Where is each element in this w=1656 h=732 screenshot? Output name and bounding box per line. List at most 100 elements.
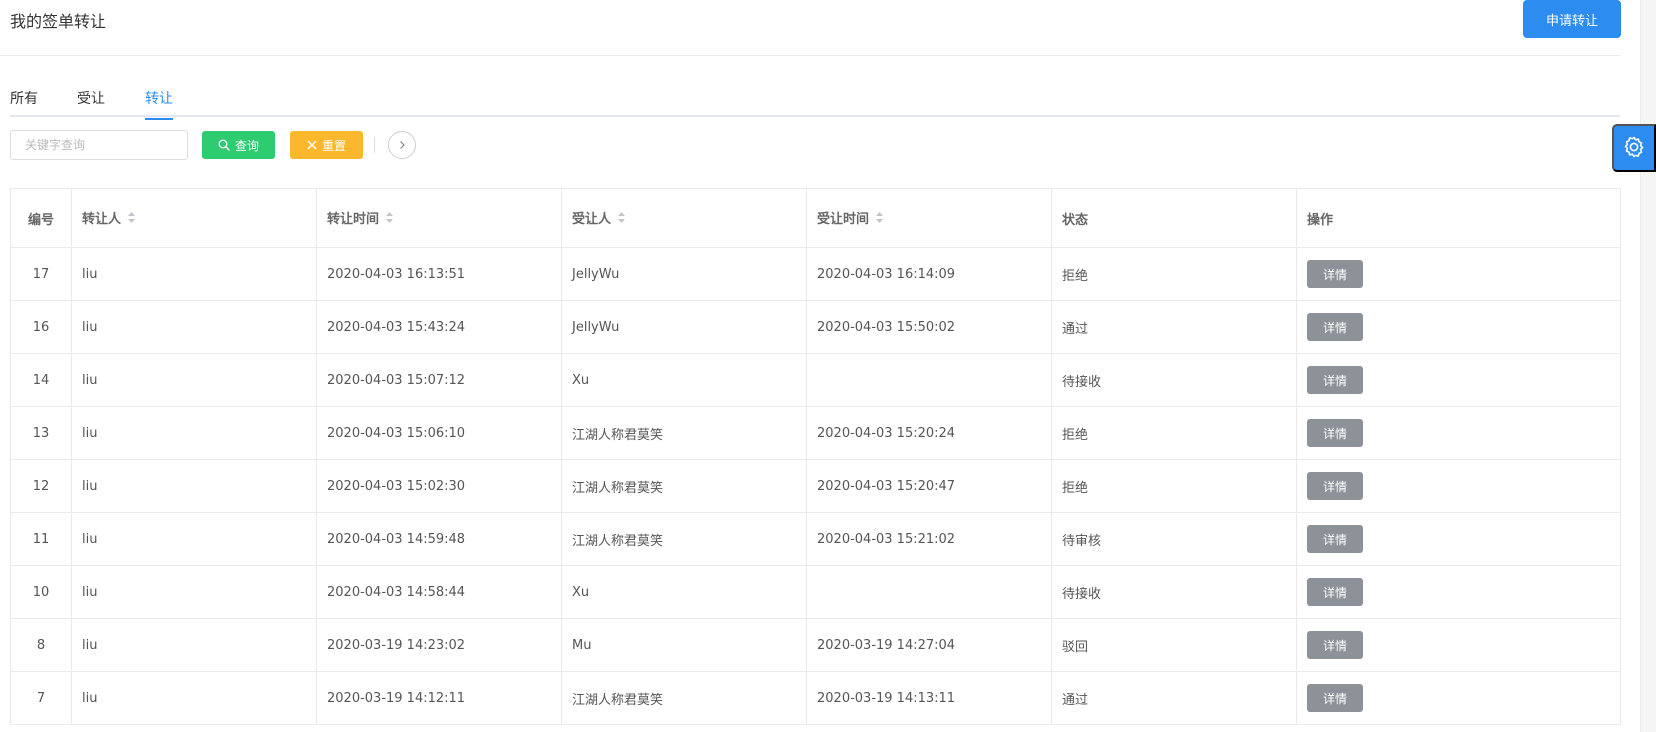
detail-button[interactable]: 详情 bbox=[1307, 419, 1363, 447]
column-header-transferor[interactable]: 转让人 bbox=[71, 188, 317, 248]
cell-accept-time bbox=[806, 565, 1052, 619]
toolbar: 查询 重置 bbox=[10, 130, 610, 160]
cell-status: 拒绝 bbox=[1051, 459, 1297, 513]
cell-actions: 详情 bbox=[1296, 512, 1621, 566]
detail-button[interactable]: 详情 bbox=[1307, 578, 1363, 606]
cell-transferor: liu bbox=[71, 459, 317, 513]
table-row: 16 liu 2020-04-03 15:43:24 JellyWu 2020-04-0… bbox=[10, 300, 1621, 354]
cell-transfer-time: 2020-04-03 14:59:48 bbox=[316, 512, 562, 566]
reset-button[interactable]: 重置 bbox=[290, 131, 363, 159]
toolbar-divider bbox=[374, 137, 375, 153]
column-header-transferee[interactable]: 受让人 bbox=[561, 188, 807, 248]
cell-transferor: liu bbox=[71, 247, 317, 301]
table-row: 13 liu 2020-04-03 15:06:10 江湖人称君莫笑 2020-04-0… bbox=[10, 406, 1621, 460]
cell-accept-time: 2020-04-03 15:20:24 bbox=[806, 406, 1052, 460]
cell-transfer-time: 2020-03-19 14:23:02 bbox=[316, 618, 562, 672]
cell-id: 8 bbox=[10, 618, 72, 672]
cell-id: 16 bbox=[10, 300, 72, 354]
table-row: 11 liu 2020-04-03 14:59:48 江湖人称君莫笑 2020-04-0… bbox=[10, 512, 1621, 566]
cell-status: 待接收 bbox=[1051, 353, 1297, 407]
sort-icon[interactable] bbox=[127, 211, 136, 228]
cell-accept-time: 2020-03-19 14:13:11 bbox=[806, 671, 1052, 725]
cell-transfer-time: 2020-04-03 15:07:12 bbox=[316, 353, 562, 407]
cell-actions: 详情 bbox=[1296, 300, 1621, 354]
gear-icon bbox=[1622, 135, 1646, 162]
cell-transferor: liu bbox=[71, 406, 317, 460]
query-label: 查询 bbox=[234, 138, 259, 153]
cell-id: 12 bbox=[10, 459, 72, 513]
cell-actions: 详情 bbox=[1296, 353, 1621, 407]
cell-transferee: 江湖人称君莫笑 bbox=[561, 406, 807, 460]
cell-transferor: liu bbox=[71, 618, 317, 672]
tab-transferred[interactable]: 转让 bbox=[145, 88, 173, 120]
detail-button[interactable]: 详情 bbox=[1307, 313, 1363, 341]
expand-filters-button[interactable] bbox=[388, 131, 416, 159]
apply-transfer-button[interactable]: 申请转让 bbox=[1523, 0, 1621, 38]
sort-icon[interactable] bbox=[385, 211, 394, 228]
tab-bar: 所有 受让 转让 bbox=[10, 84, 1620, 120]
cell-transferee: Mu bbox=[561, 618, 807, 672]
cell-transferor: liu bbox=[71, 512, 317, 566]
sort-icon[interactable] bbox=[617, 211, 626, 228]
cell-transferee: JellyWu bbox=[561, 247, 807, 301]
reset-label: 重置 bbox=[321, 138, 346, 153]
page-header: 我的签单转让 申请转让 bbox=[0, 0, 1621, 56]
cell-status: 待审核 bbox=[1051, 512, 1297, 566]
column-header-accept-time[interactable]: 受让时间 bbox=[806, 188, 1052, 248]
detail-button[interactable]: 详情 bbox=[1307, 260, 1363, 288]
cell-status: 通过 bbox=[1051, 300, 1297, 354]
cell-accept-time: 2020-04-03 15:21:02 bbox=[806, 512, 1052, 566]
cell-transfer-time: 2020-03-19 14:12:11 bbox=[316, 671, 562, 725]
table-row: 12 liu 2020-04-03 15:02:30 江湖人称君莫笑 2020-04-0… bbox=[10, 459, 1621, 513]
cell-transferor: liu bbox=[71, 300, 317, 354]
column-header-status: 状态 bbox=[1051, 188, 1297, 248]
vertical-scrollbar[interactable] bbox=[1640, 0, 1656, 732]
cell-status: 拒绝 bbox=[1051, 406, 1297, 460]
cell-transfer-time: 2020-04-03 15:43:24 bbox=[316, 300, 562, 354]
cell-transferee: JellyWu bbox=[561, 300, 807, 354]
cell-accept-time bbox=[806, 353, 1052, 407]
cell-actions: 详情 bbox=[1296, 459, 1621, 513]
detail-button[interactable]: 详情 bbox=[1307, 525, 1363, 553]
search-icon bbox=[218, 139, 230, 151]
cell-transferee: 江湖人称君莫笑 bbox=[561, 671, 807, 725]
cell-transferor: liu bbox=[71, 565, 317, 619]
cell-transferee: Xu bbox=[561, 353, 807, 407]
table-row: 17 liu 2020-04-03 16:13:51 JellyWu 2020-04-0… bbox=[10, 247, 1621, 301]
table-row: 8 liu 2020-03-19 14:23:02 Mu 2020-03-19 14:2… bbox=[10, 618, 1621, 672]
tab-all[interactable]: 所有 bbox=[10, 88, 38, 118]
cell-actions: 详情 bbox=[1296, 247, 1621, 301]
table-row: 7 liu 2020-03-19 14:12:11 江湖人称君莫笑 2020-03-19… bbox=[10, 671, 1621, 725]
page-title: 我的签单转让 bbox=[10, 12, 107, 31]
detail-button[interactable]: 详情 bbox=[1307, 684, 1363, 712]
cell-id: 17 bbox=[10, 247, 72, 301]
cell-transferor: liu bbox=[71, 671, 317, 725]
cell-id: 13 bbox=[10, 406, 72, 460]
transfer-table: 编号 转让人 转让时间 受让人 受让时间 状态 操作 17 liu 2020-04-… bbox=[10, 188, 1621, 725]
cell-actions: 详情 bbox=[1296, 618, 1621, 672]
cell-actions: 详情 bbox=[1296, 565, 1621, 619]
sort-icon[interactable] bbox=[875, 211, 884, 228]
column-header-id: 编号 bbox=[10, 188, 72, 248]
tab-received[interactable]: 受让 bbox=[77, 88, 105, 118]
query-button[interactable]: 查询 bbox=[202, 131, 275, 159]
cell-id: 7 bbox=[10, 671, 72, 725]
settings-button[interactable] bbox=[1612, 124, 1656, 172]
cell-accept-time: 2020-04-03 15:50:02 bbox=[806, 300, 1052, 354]
cell-transferee: 江湖人称君莫笑 bbox=[561, 459, 807, 513]
detail-button[interactable]: 详情 bbox=[1307, 472, 1363, 500]
cell-transferor: liu bbox=[71, 353, 317, 407]
table-body: 17 liu 2020-04-03 16:13:51 JellyWu 2020-04-0… bbox=[10, 247, 1621, 725]
cell-accept-time: 2020-03-19 14:27:04 bbox=[806, 618, 1052, 672]
cell-transfer-time: 2020-04-03 15:02:30 bbox=[316, 459, 562, 513]
cell-transferee: 江湖人称君莫笑 bbox=[561, 512, 807, 566]
detail-button[interactable]: 详情 bbox=[1307, 631, 1363, 659]
cell-transfer-time: 2020-04-03 15:06:10 bbox=[316, 406, 562, 460]
detail-button[interactable]: 详情 bbox=[1307, 366, 1363, 394]
table-row: 10 liu 2020-04-03 14:58:44 Xu 待接收 详情 bbox=[10, 565, 1621, 619]
column-header-transfer-time[interactable]: 转让时间 bbox=[316, 188, 562, 248]
search-input[interactable] bbox=[10, 130, 188, 160]
cell-accept-time: 2020-04-03 16:14:09 bbox=[806, 247, 1052, 301]
table-header-row: 编号 转让人 转让时间 受让人 受让时间 状态 操作 bbox=[10, 188, 1621, 248]
cell-transfer-time: 2020-04-03 14:58:44 bbox=[316, 565, 562, 619]
